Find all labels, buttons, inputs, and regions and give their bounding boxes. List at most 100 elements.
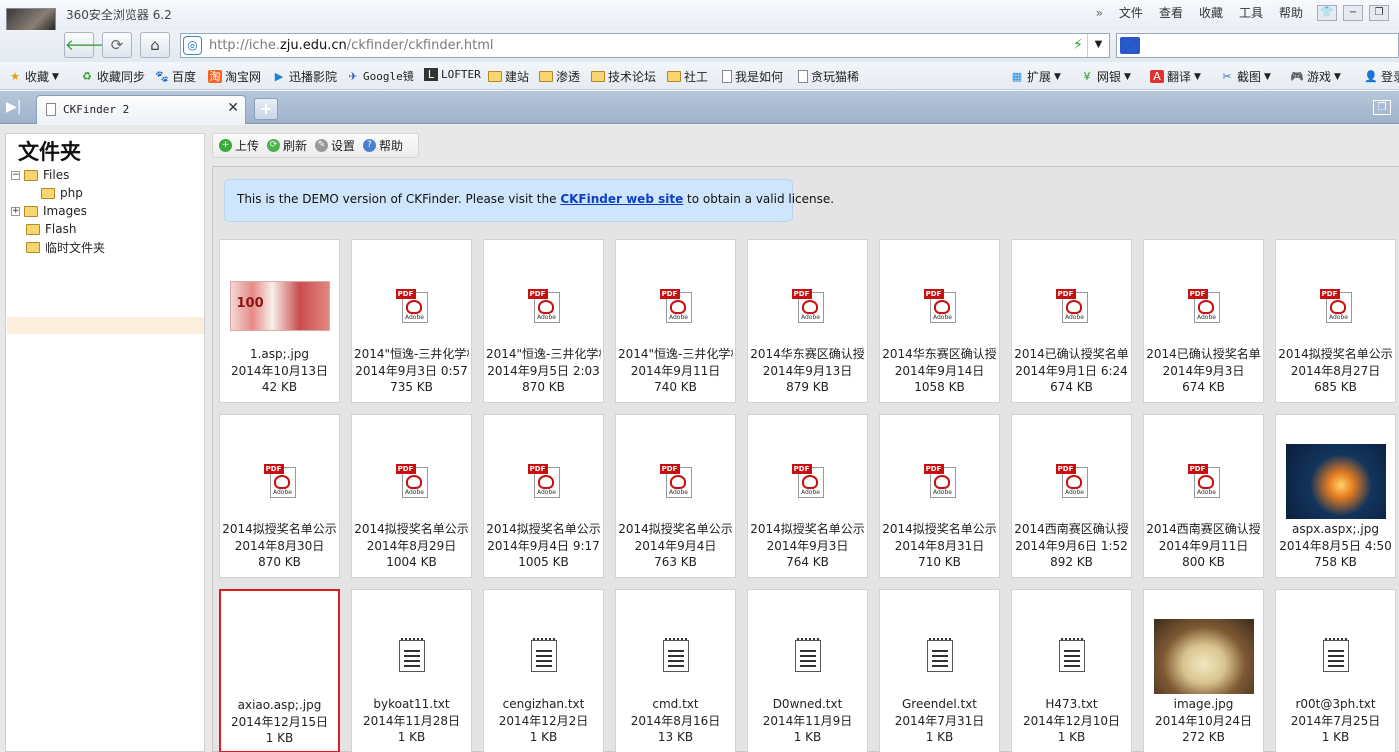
toolbar-games[interactable]: 🎮 游戏 ▼ [1290,68,1341,85]
ckfinder-website-link[interactable]: CKFinder web site [560,192,683,206]
bookmark-folder-social[interactable]: 社工 [667,68,708,85]
file-item[interactable]: PDF Adobe 2014已确认授奖名单 2014年9月3日 674 KB [1143,239,1264,403]
file-item[interactable]: cmd.txt 2014年8月16日 13 KB [615,589,736,752]
file-item[interactable]: PDF Adobe 2014"恒逸-三井化学杯 2014年9月3日 0:57 735 K… [351,239,472,403]
bookmark-xunbo[interactable]: ▶ 迅播影院 [272,68,337,85]
tab-ckfinder[interactable]: CKFinder 2 ✕ [36,95,246,124]
close-tab-icon[interactable]: ✕ [227,100,239,116]
bookmark-baidu[interactable]: 🐾 百度 [155,68,196,85]
menu-more-icon[interactable]: » [1088,6,1111,20]
file-item[interactable]: r00t@3ph.txt 2014年7月25日 1 KB [1275,589,1396,752]
sidebar-toggle-icon[interactable]: ▶| [6,99,21,115]
file-item[interactable]: H473.txt 2014年12月10日 1 KB [1011,589,1132,752]
bookmark-lofter[interactable]: L LOFTER [424,68,481,81]
file-item[interactable]: PDF Adobe 2014已确认授奖名单 2014年9月1日 6:24 674 KB [1011,239,1132,403]
menu-item-favorites[interactable]: 收藏 [1191,4,1231,21]
file-item[interactable]: PDF Adobe 2014拟授奖名单公示 2014年9月4日 9:17 1005 KB [483,414,604,578]
search-box[interactable]: 🐾 [1116,33,1399,58]
file-item[interactable]: PDF Adobe 2014拟授奖名单公示 2014年9月4日 763 KB [615,414,736,578]
toolbar-ebank[interactable]: ¥ 网银 ▼ [1080,68,1131,85]
new-tab-button[interactable]: + [254,98,278,120]
file-item[interactable]: PDF Adobe 2014拟授奖名单公示 2014年9月3日 764 KB [747,414,868,578]
file-meta: 2014"恒逸-三井化学杯 2014年9月3日 0:57 735 KB [354,346,469,396]
file-name: 2014拟授奖名单公示 [618,522,733,536]
refresh-files-button[interactable]: ⟳ 刷新 [267,137,307,154]
file-item[interactable]: PDF Adobe 2014华东赛区确认授 2014年9月14日 1058 KB [879,239,1000,403]
file-name: axiao.asp;.jpg [237,698,322,712]
toolbar-extensions[interactable]: ▦ 扩展 ▼ [1010,68,1061,85]
skin-icon[interactable]: 👕 [1317,4,1337,21]
bookmark-folder-pentest[interactable]: 渗透 [539,68,580,85]
pdf-file-icon: PDF Adobe [748,265,867,347]
file-item[interactable]: image.jpg 2014年10月24日 272 KB [1143,589,1264,752]
file-item[interactable]: PDF Adobe 2014拟授奖名单公示 2014年8月29日 1004 KB [351,414,472,578]
tab-list-icon[interactable]: ❐ [1373,100,1391,115]
baidu-paw-icon[interactable]: 🐾 [1120,37,1140,54]
address-bar[interactable]: ◎ http://iche.zju.edu.cn/ckfinder/ckfind… [180,33,1110,58]
file-name: 2014拟授奖名单公示 [882,522,997,536]
tree-node-images[interactable]: + Images [11,202,105,220]
toolbar-login[interactable]: 👤登录 [1364,68,1399,85]
minimize-button[interactable]: − [1343,4,1363,21]
bookmark-taobao[interactable]: 淘淘宝网 [208,68,261,85]
refresh-button[interactable]: ⟳ [102,32,132,58]
scissors-icon: ✂ [1222,70,1232,83]
folder-icon [667,71,681,82]
file-meta: D0wned.txt 2014年11月9日 1 KB [750,696,865,746]
menu-item-tools[interactable]: 工具 [1231,4,1271,21]
bookmark-sync[interactable]: ♻ 收藏同步 [80,68,145,85]
file-item[interactable]: cengizhan.txt 2014年12月2日 1 KB [483,589,604,752]
file-meta: axiao.asp;.jpg 2014年12月15日 1 KB [223,697,336,747]
file-item[interactable]: Greendel.txt 2014年7月31日 1 KB [879,589,1000,752]
page-icon [798,70,808,83]
folder-icon [488,71,502,82]
tree-node-temp[interactable]: 临时文件夹 [11,238,105,256]
menu-item-file[interactable]: 文件 [1111,4,1151,21]
file-name: r00t@3ph.txt [1295,697,1376,711]
file-item[interactable]: PDF Adobe 2014拟授奖名单公示 2014年8月31日 710 KB [879,414,1000,578]
bookmark-google-mirror[interactable]: ✈ Google镜 [346,68,413,84]
address-dropdown-icon[interactable]: ▼ [1087,34,1109,57]
help-button[interactable]: ? 帮助 [363,137,403,154]
menu-item-help[interactable]: 帮助 [1271,4,1311,21]
toolbar-translate[interactable]: A 翻译 ▼ [1150,68,1201,85]
security-shield-icon[interactable]: ◎ [183,36,202,55]
pdf-file-icon: PDF Adobe [1144,440,1263,522]
address-url[interactable]: http://iche.zju.edu.cn/ckfinder/ckfinder… [209,38,494,53]
upload-button[interactable]: + 上传 [219,137,259,154]
menu-item-view[interactable]: 查看 [1151,4,1191,21]
file-item[interactable]: PDF Adobe 2014西南赛区确认授 2014年9月11日 800 KB [1143,414,1264,578]
tree-node-flash[interactable]: Flash [11,220,105,238]
file-item[interactable]: PDF Adobe 2014拟授奖名单公示 2014年8月30日 870 KB [219,414,340,578]
back-button[interactable]: 🡐 [64,32,105,58]
bookmark-folder-site[interactable]: 建站 [488,68,529,85]
file-item[interactable]: PDF Adobe 2014"恒逸-三井化学杯 2014年9月11日 740 KB [615,239,736,403]
restore-button[interactable]: ❐ [1369,4,1389,21]
file-item[interactable]: PDF Adobe 2014华东赛区确认授 2014年9月13日 879 KB [747,239,868,403]
toolbar-screenshot[interactable]: ✂ 截图 ▼ [1220,68,1271,85]
file-item[interactable]: D0wned.txt 2014年11月9日 1 KB [747,589,868,752]
file-name: 2014"恒逸-三井化学杯 [486,347,601,361]
file-date: 2014年7月31日 [894,713,985,728]
file-item[interactable]: PDF Adobe 2014拟授奖名单公示 2014年8月27日 685 KB [1275,239,1396,403]
file-item[interactable]: PDF Adobe 2014"恒逸-三井化学杯 2014年9月5日 2:03 870 K… [483,239,604,403]
file-item[interactable]: bykoat11.txt 2014年11月28日 1 KB [351,589,472,752]
expand-icon[interactable]: + [11,206,20,216]
speed-mode-icon[interactable]: ⚡ [1073,37,1083,53]
file-item[interactable]: 1.asp;.jpg 2014年10月13日 42 KB [219,239,340,403]
image-thumbnail [220,265,339,347]
bookmark-folder-forum[interactable]: 技术论坛 [591,68,656,85]
file-item[interactable]: aspx.aspx;.jpg 2014年8月5日 4:50 758 KB [1275,414,1396,578]
file-item[interactable]: PDF Adobe 2014西南赛区确认授 2014年9月6日 1:52 892 KB [1011,414,1132,578]
bookmark-favorites[interactable]: ★ 收藏 ▼ [8,68,59,85]
help-icon: ? [363,139,377,152]
collapse-icon[interactable]: − [11,170,20,180]
file-item[interactable]: axiao.asp;.jpg 2014年12月15日 1 KB [219,589,340,752]
settings-button[interactable]: ✎ 设置 [315,137,355,154]
tree-node-files[interactable]: − Files [11,166,105,184]
tree-node-php[interactable]: php [11,184,105,202]
text-file-icon [880,615,999,697]
bookmark-cat[interactable]: 贪玩猫稀 [798,68,859,85]
home-button[interactable]: ⌂ [140,32,170,58]
bookmark-howto[interactable]: 我是如何 [722,68,783,85]
